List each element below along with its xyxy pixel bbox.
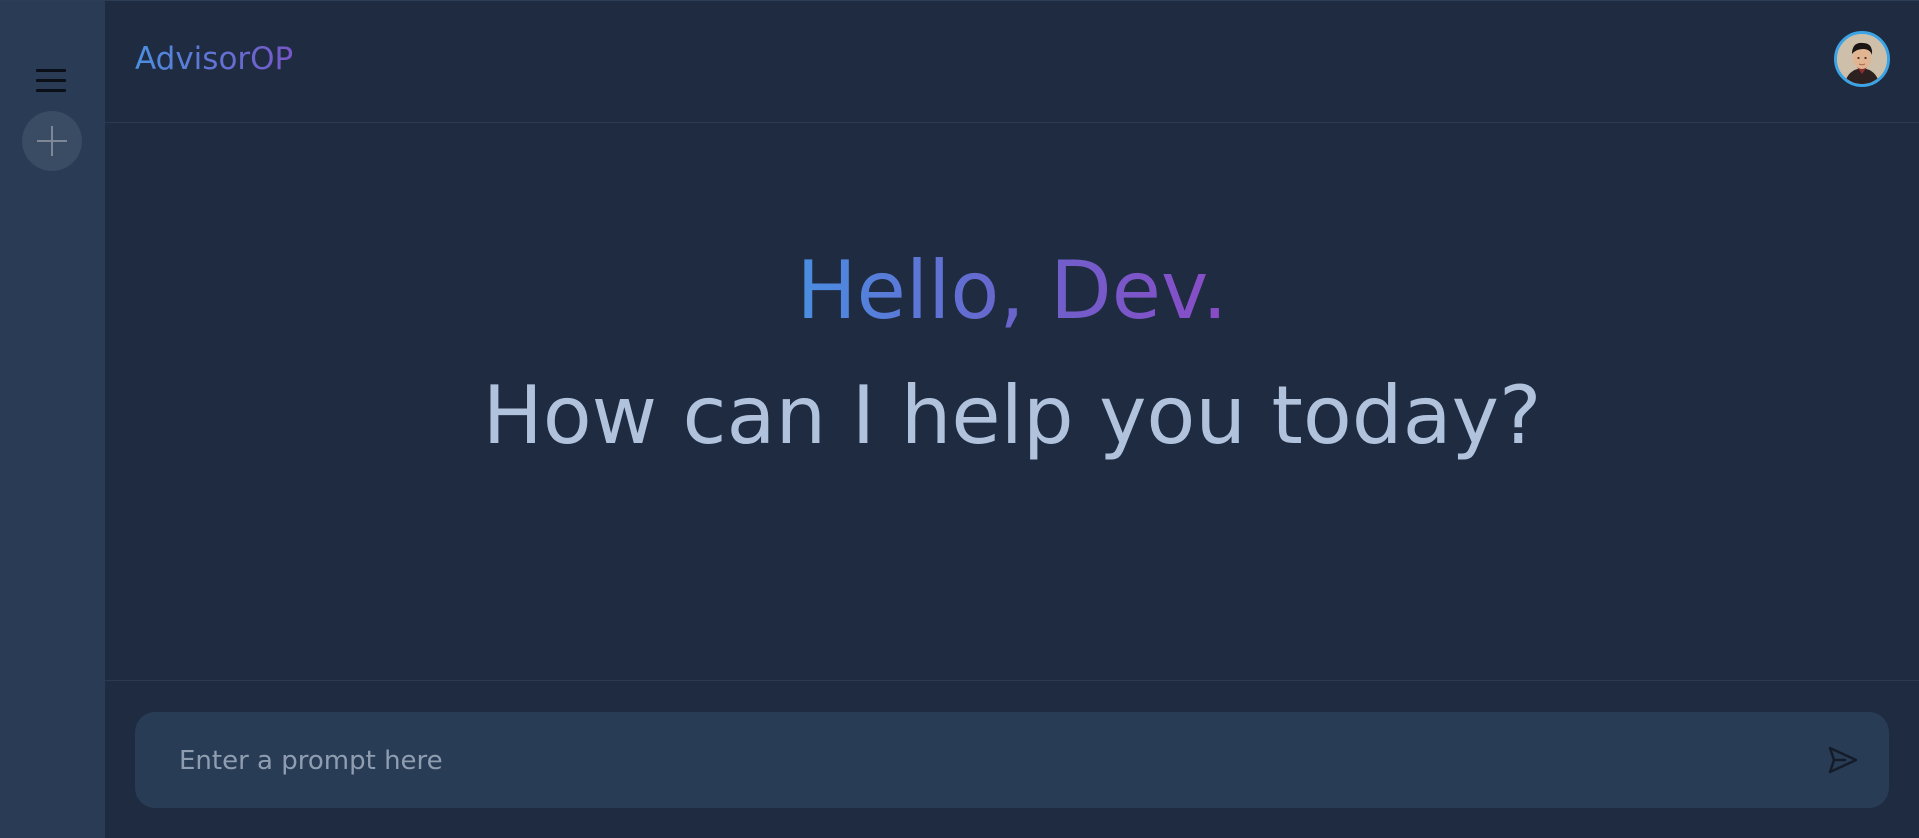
new-chat-button[interactable] (22, 111, 82, 171)
main-panel: AdvisorOP Hello, Dev. How can I help you… (105, 1, 1919, 838)
app-window: AdvisorOP Hello, Dev. How can I help you… (0, 0, 1919, 838)
greeting-hello-text: Hello, Dev. (796, 244, 1228, 337)
send-button[interactable] (1827, 745, 1859, 775)
greeting-subtitle: How can I help you today? (482, 369, 1542, 462)
top-bar: AdvisorOP (105, 1, 1919, 123)
prompt-bar (135, 712, 1889, 810)
greeting-hello: Hello, Dev. (105, 241, 1919, 341)
user-avatar[interactable] (1834, 31, 1890, 87)
avatar-icon (1837, 34, 1887, 84)
prompt-input[interactable] (177, 712, 1731, 810)
menu-icon[interactable] (36, 69, 66, 93)
brand-logo-text: AdvisorOP (135, 41, 294, 77)
send-icon (1828, 746, 1858, 774)
divider (105, 680, 1919, 681)
sidebar (0, 1, 105, 838)
